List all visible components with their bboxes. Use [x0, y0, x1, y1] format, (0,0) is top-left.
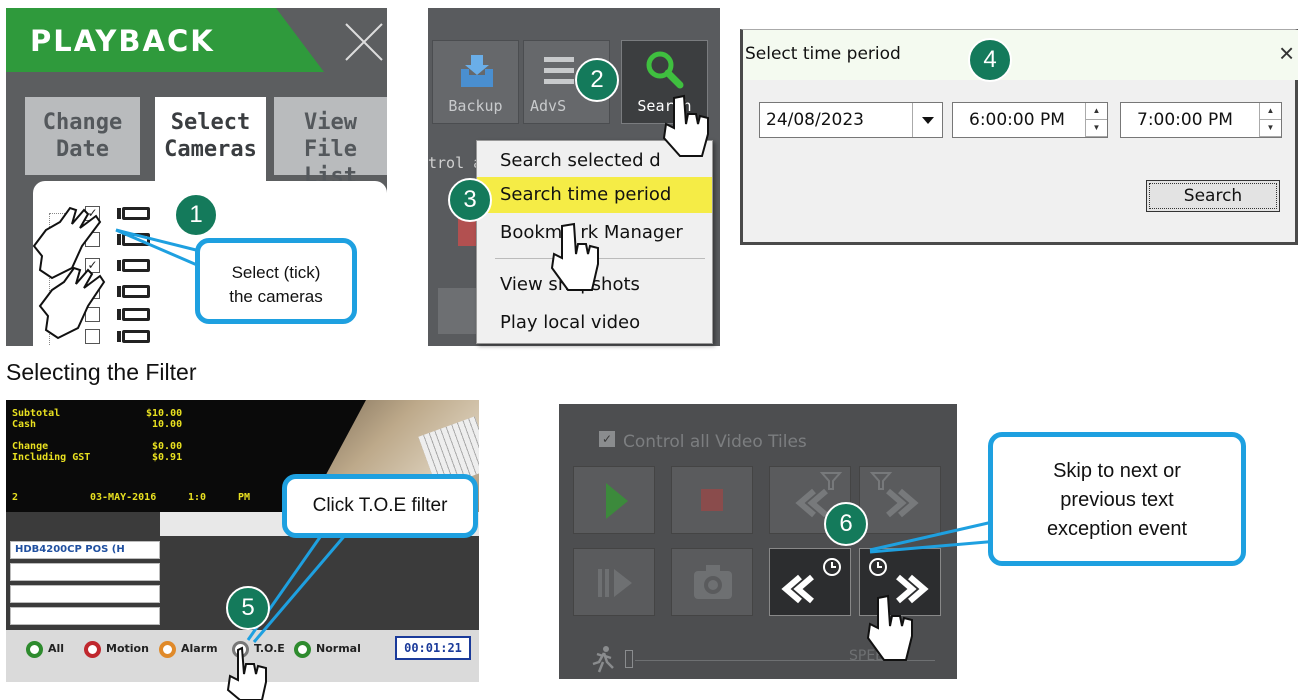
step-badge-5: 5 — [226, 586, 270, 630]
hand-cursor-icon — [32, 206, 102, 280]
callout-select-cameras: Select (tick) the cameras — [195, 238, 357, 324]
callout-line: Select (tick) — [231, 263, 321, 282]
hand-cursor-icon — [550, 222, 599, 291]
step-badge-2: 2 — [575, 58, 619, 102]
callout-line: exception event — [1046, 518, 1188, 540]
callout-skip-event: Skip to next or previous text exception … — [988, 432, 1246, 566]
annotation-overlay — [32, 94, 1011, 700]
hand-cursor-icon — [38, 266, 106, 340]
callout-line: Skip to next or — [1053, 460, 1181, 482]
hand-cursor-icon — [866, 594, 913, 661]
step-badge-1: 1 — [174, 193, 218, 237]
callout-toe-filter: Click T.O.E filter — [282, 474, 478, 538]
step-badge-6: 6 — [824, 502, 868, 546]
step-badge-4: 4 — [968, 38, 1012, 82]
callout-line: previous text — [1060, 489, 1174, 511]
hand-cursor-icon — [226, 646, 267, 700]
hand-cursor-icon — [662, 94, 709, 157]
callout-line: the cameras — [229, 287, 323, 306]
step-badge-3: 3 — [448, 178, 492, 222]
